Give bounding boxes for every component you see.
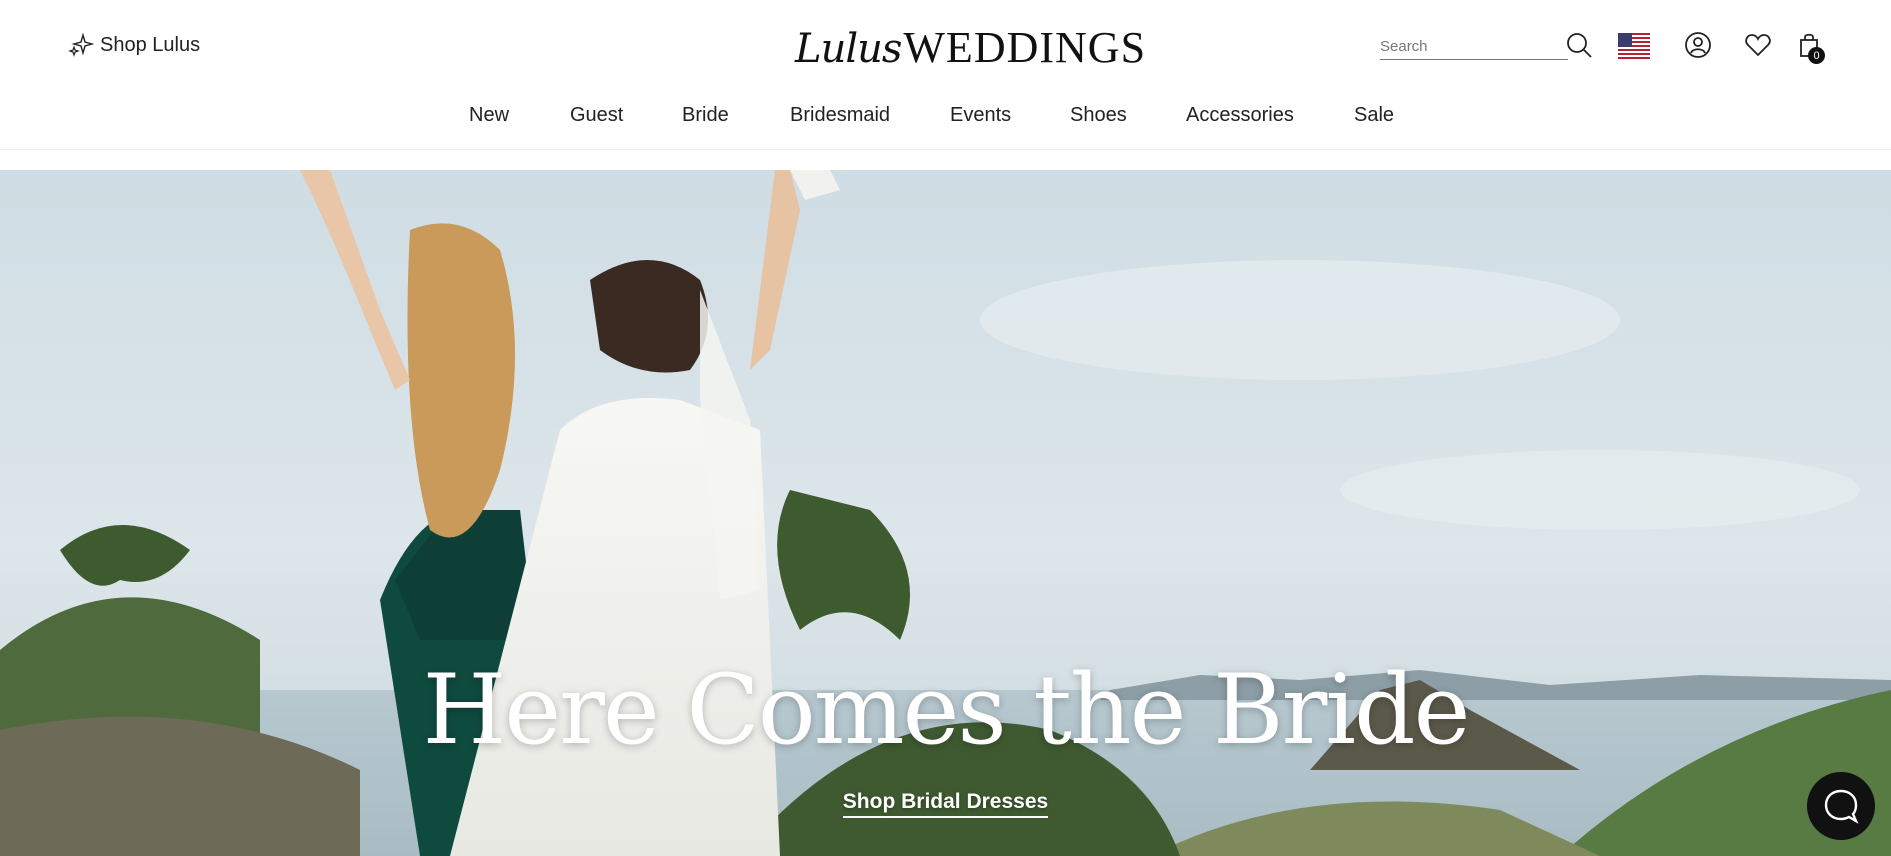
us-flag-icon [1618,33,1650,59]
nav-item-new[interactable]: New [469,104,509,127]
nav-item-guest[interactable]: Guest [570,104,623,127]
nav-item-sale[interactable]: Sale [1354,104,1394,127]
hero-banner[interactable]: Here Comes the Bride Shop Bridal Dresses [0,170,1891,856]
nav-item-shoes[interactable]: Shoes [1070,104,1127,127]
search-field [1380,34,1568,60]
nav-item-bridesmaid[interactable]: Bridesmaid [790,104,890,127]
shop-bridal-dresses-link[interactable]: Shop Bridal Dresses [842,790,1049,818]
search-button[interactable] [1564,30,1594,60]
hero-cta-wrap: Shop Bridal Dresses [0,790,1891,818]
heart-icon [1745,34,1771,57]
account-icon [1685,32,1711,58]
shop-lulus-label: Shop Lulus [100,33,201,56]
logo-weddings: WEDDINGS [903,23,1147,72]
site-header: Shop Lulus Lulus WEDDINGS Search 0 New G… [0,0,1891,150]
main-nav: New Guest Bride Bridesmaid Events Shoes … [0,104,1891,134]
search-icon [1567,33,1592,58]
bag-count-badge: 0 [1808,47,1825,64]
country-selector[interactable] [1618,33,1650,59]
chat-icon [1824,789,1859,824]
nav-item-accessories[interactable]: Accessories [1186,104,1294,127]
nav-item-events[interactable]: Events [950,104,1011,127]
wishlist-button[interactable] [1743,30,1773,60]
logo-script: Lulus [795,26,902,72]
site-logo[interactable]: Lulus WEDDINGS [795,22,1146,73]
account-button[interactable] [1683,30,1713,60]
search-input[interactable] [1380,34,1568,58]
hero-title: Here Comes the Bride [422,654,1471,766]
sparkle-icon [68,32,94,57]
shop-lulus-link[interactable]: Shop Lulus [68,32,200,58]
chat-button[interactable] [1807,772,1875,840]
nav-item-bride[interactable]: Bride [682,104,729,127]
